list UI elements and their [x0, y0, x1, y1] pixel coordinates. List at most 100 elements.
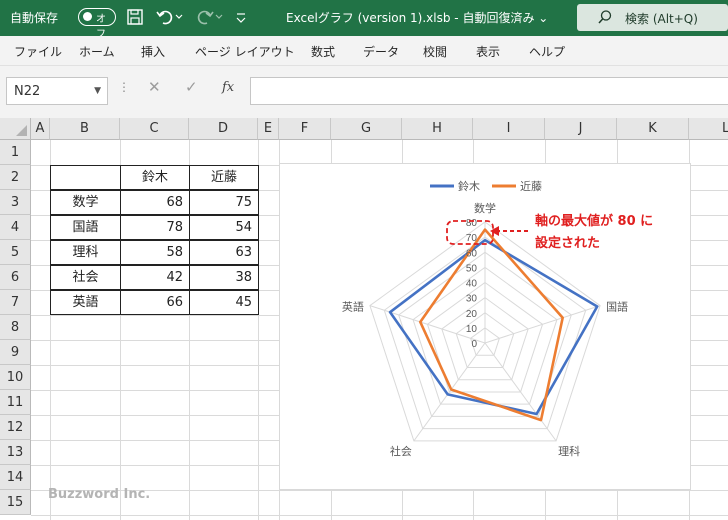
- toggle-knob: [83, 12, 92, 21]
- menu-insert[interactable]: 挿入: [141, 43, 165, 60]
- insert-function-icon[interactable]: fx: [222, 80, 234, 95]
- radar-tick-label: 30: [466, 294, 478, 305]
- radar-category-label: 英語: [342, 300, 364, 314]
- radar-category-label: 国語: [606, 300, 628, 314]
- select-all-triangle-icon: [16, 125, 27, 136]
- cancel-icon[interactable]: ✕: [148, 78, 161, 96]
- table-cell-subject[interactable]: 国語: [50, 215, 121, 240]
- radar-tick-label: 60: [466, 248, 478, 259]
- select-all-corner[interactable]: [0, 118, 31, 140]
- formula-bar-grip-icon: ⋮: [118, 80, 130, 94]
- search-box[interactable]: 検索 (Alt+Q): [577, 4, 728, 31]
- annotation-line-1: 軸の最大値が 80 に: [535, 214, 654, 229]
- table-cell-subject[interactable]: 社会: [50, 265, 121, 290]
- table-cell-kondo[interactable]: 38: [189, 265, 259, 290]
- column-header-d[interactable]: D: [189, 118, 258, 140]
- column-header-h[interactable]: H: [402, 118, 473, 140]
- annotation-arrow-head: [490, 226, 499, 236]
- row-header-11[interactable]: 11: [0, 390, 31, 415]
- radar-tick-label: 40: [466, 279, 478, 290]
- column-header-a[interactable]: A: [31, 118, 50, 140]
- legend-label: 近藤: [520, 180, 542, 193]
- menu-page-layout[interactable]: ページ レイアウト: [195, 43, 295, 60]
- table-cell-suzuki[interactable]: 66: [120, 290, 190, 315]
- column-header-f[interactable]: F: [279, 118, 331, 140]
- row-header-8[interactable]: 8: [0, 315, 31, 340]
- table-cell-kondo[interactable]: 75: [189, 190, 259, 215]
- legend-label: 鈴木: [458, 179, 480, 193]
- table-cell-suzuki[interactable]: 58: [120, 240, 190, 265]
- row-header-2[interactable]: 2: [0, 165, 31, 190]
- radar-category-label: 理科: [558, 444, 580, 458]
- menu-data[interactable]: データ: [363, 43, 399, 60]
- table-cell-suzuki[interactable]: 68: [120, 190, 190, 215]
- row-header-12[interactable]: 12: [0, 415, 31, 440]
- table-cell-kondo[interactable]: 63: [189, 240, 259, 265]
- excel-window: 自動保存 オフ Excelグラフ (version 1).xlsb - 自動回復…: [0, 0, 728, 520]
- table-cell-suzuki[interactable]: 42: [120, 265, 190, 290]
- radar-category-label: 数学: [474, 201, 496, 215]
- table-header-blank[interactable]: [50, 165, 121, 190]
- column-header-c[interactable]: C: [120, 118, 189, 140]
- title-bar: 自動保存 オフ Excelグラフ (version 1).xlsb - 自動回復…: [0, 0, 728, 40]
- table-cell-subject[interactable]: 数学: [50, 190, 121, 215]
- column-header-i[interactable]: I: [473, 118, 545, 140]
- row-header-10[interactable]: 10: [0, 365, 31, 390]
- menu-help[interactable]: ヘルプ: [529, 43, 565, 60]
- column-header-b[interactable]: B: [50, 118, 120, 140]
- table-cell-subject[interactable]: 理科: [50, 240, 121, 265]
- radar-tick-label: 10: [466, 324, 478, 335]
- menu-review[interactable]: 校閲: [423, 43, 447, 60]
- name-box-value: N22: [14, 84, 41, 99]
- radar-tick-label: 0: [471, 339, 477, 350]
- formula-input[interactable]: [250, 77, 728, 105]
- column-header-l[interactable]: L: [689, 118, 728, 140]
- row-header-6[interactable]: 6: [0, 265, 31, 290]
- table-cell-kondo[interactable]: 54: [189, 215, 259, 240]
- row-header-13[interactable]: 13: [0, 440, 31, 465]
- customize-toolbar-icon[interactable]: [234, 6, 256, 28]
- row-header-4[interactable]: 4: [0, 215, 31, 240]
- autosave-toggle[interactable]: オフ: [78, 8, 116, 40]
- menu-view[interactable]: 表示: [476, 43, 500, 60]
- radar-tick-label: 50: [466, 263, 478, 274]
- enter-icon[interactable]: ✓: [185, 78, 198, 96]
- gridline: [31, 515, 728, 516]
- undo-icon[interactable]: [154, 6, 183, 28]
- row-header-7[interactable]: 7: [0, 290, 31, 315]
- search-icon: [597, 9, 613, 29]
- row-header-9[interactable]: 9: [0, 340, 31, 365]
- radar-series-line: [388, 238, 599, 416]
- formula-bar: N22 ▼ ⋮ ✕ ✓ fx: [0, 66, 728, 118]
- row-header-15[interactable]: 15: [0, 490, 31, 515]
- annotation-line-2: 設定された: [535, 236, 601, 251]
- brand-watermark: Buzzword Inc.: [48, 487, 151, 502]
- column-header-k[interactable]: K: [617, 118, 689, 140]
- radar-tick-label: 70: [466, 233, 478, 244]
- radar-tick-label: 20: [466, 309, 478, 320]
- redo-icon[interactable]: [194, 6, 223, 28]
- search-label: 検索 (Alt+Q): [625, 12, 698, 26]
- table-cell-subject[interactable]: 英語: [50, 290, 121, 315]
- column-header-j[interactable]: J: [545, 118, 617, 140]
- chevron-down-icon[interactable]: ▼: [94, 86, 101, 96]
- table-header-kondo[interactable]: 近藤: [189, 165, 259, 190]
- row-header-5[interactable]: 5: [0, 240, 31, 265]
- column-header-g[interactable]: G: [331, 118, 402, 140]
- table-header-suzuki[interactable]: 鈴木: [120, 165, 190, 190]
- menu-formulas[interactable]: 数式: [311, 43, 335, 60]
- save-icon[interactable]: [124, 6, 146, 28]
- table-cell-suzuki[interactable]: 78: [120, 215, 190, 240]
- radar-tick-label: 80: [466, 218, 478, 229]
- column-header-e[interactable]: E: [258, 118, 279, 140]
- row-header-3[interactable]: 3: [0, 190, 31, 215]
- menu-file[interactable]: ファイル: [14, 43, 62, 60]
- autosave-label: 自動保存: [10, 11, 59, 25]
- document-title: Excelグラフ (version 1).xlsb - 自動回復済み ⌄: [286, 11, 549, 25]
- menu-bar: ファイル ホーム 挿入 ページ レイアウト 数式 データ 校閲 表示 ヘルプ: [0, 36, 728, 66]
- row-header-14[interactable]: 14: [0, 465, 31, 490]
- row-header-1[interactable]: 1: [0, 140, 31, 165]
- table-cell-kondo[interactable]: 45: [189, 290, 259, 315]
- name-box[interactable]: N22 ▼: [6, 77, 108, 105]
- menu-home[interactable]: ホーム: [79, 43, 115, 60]
